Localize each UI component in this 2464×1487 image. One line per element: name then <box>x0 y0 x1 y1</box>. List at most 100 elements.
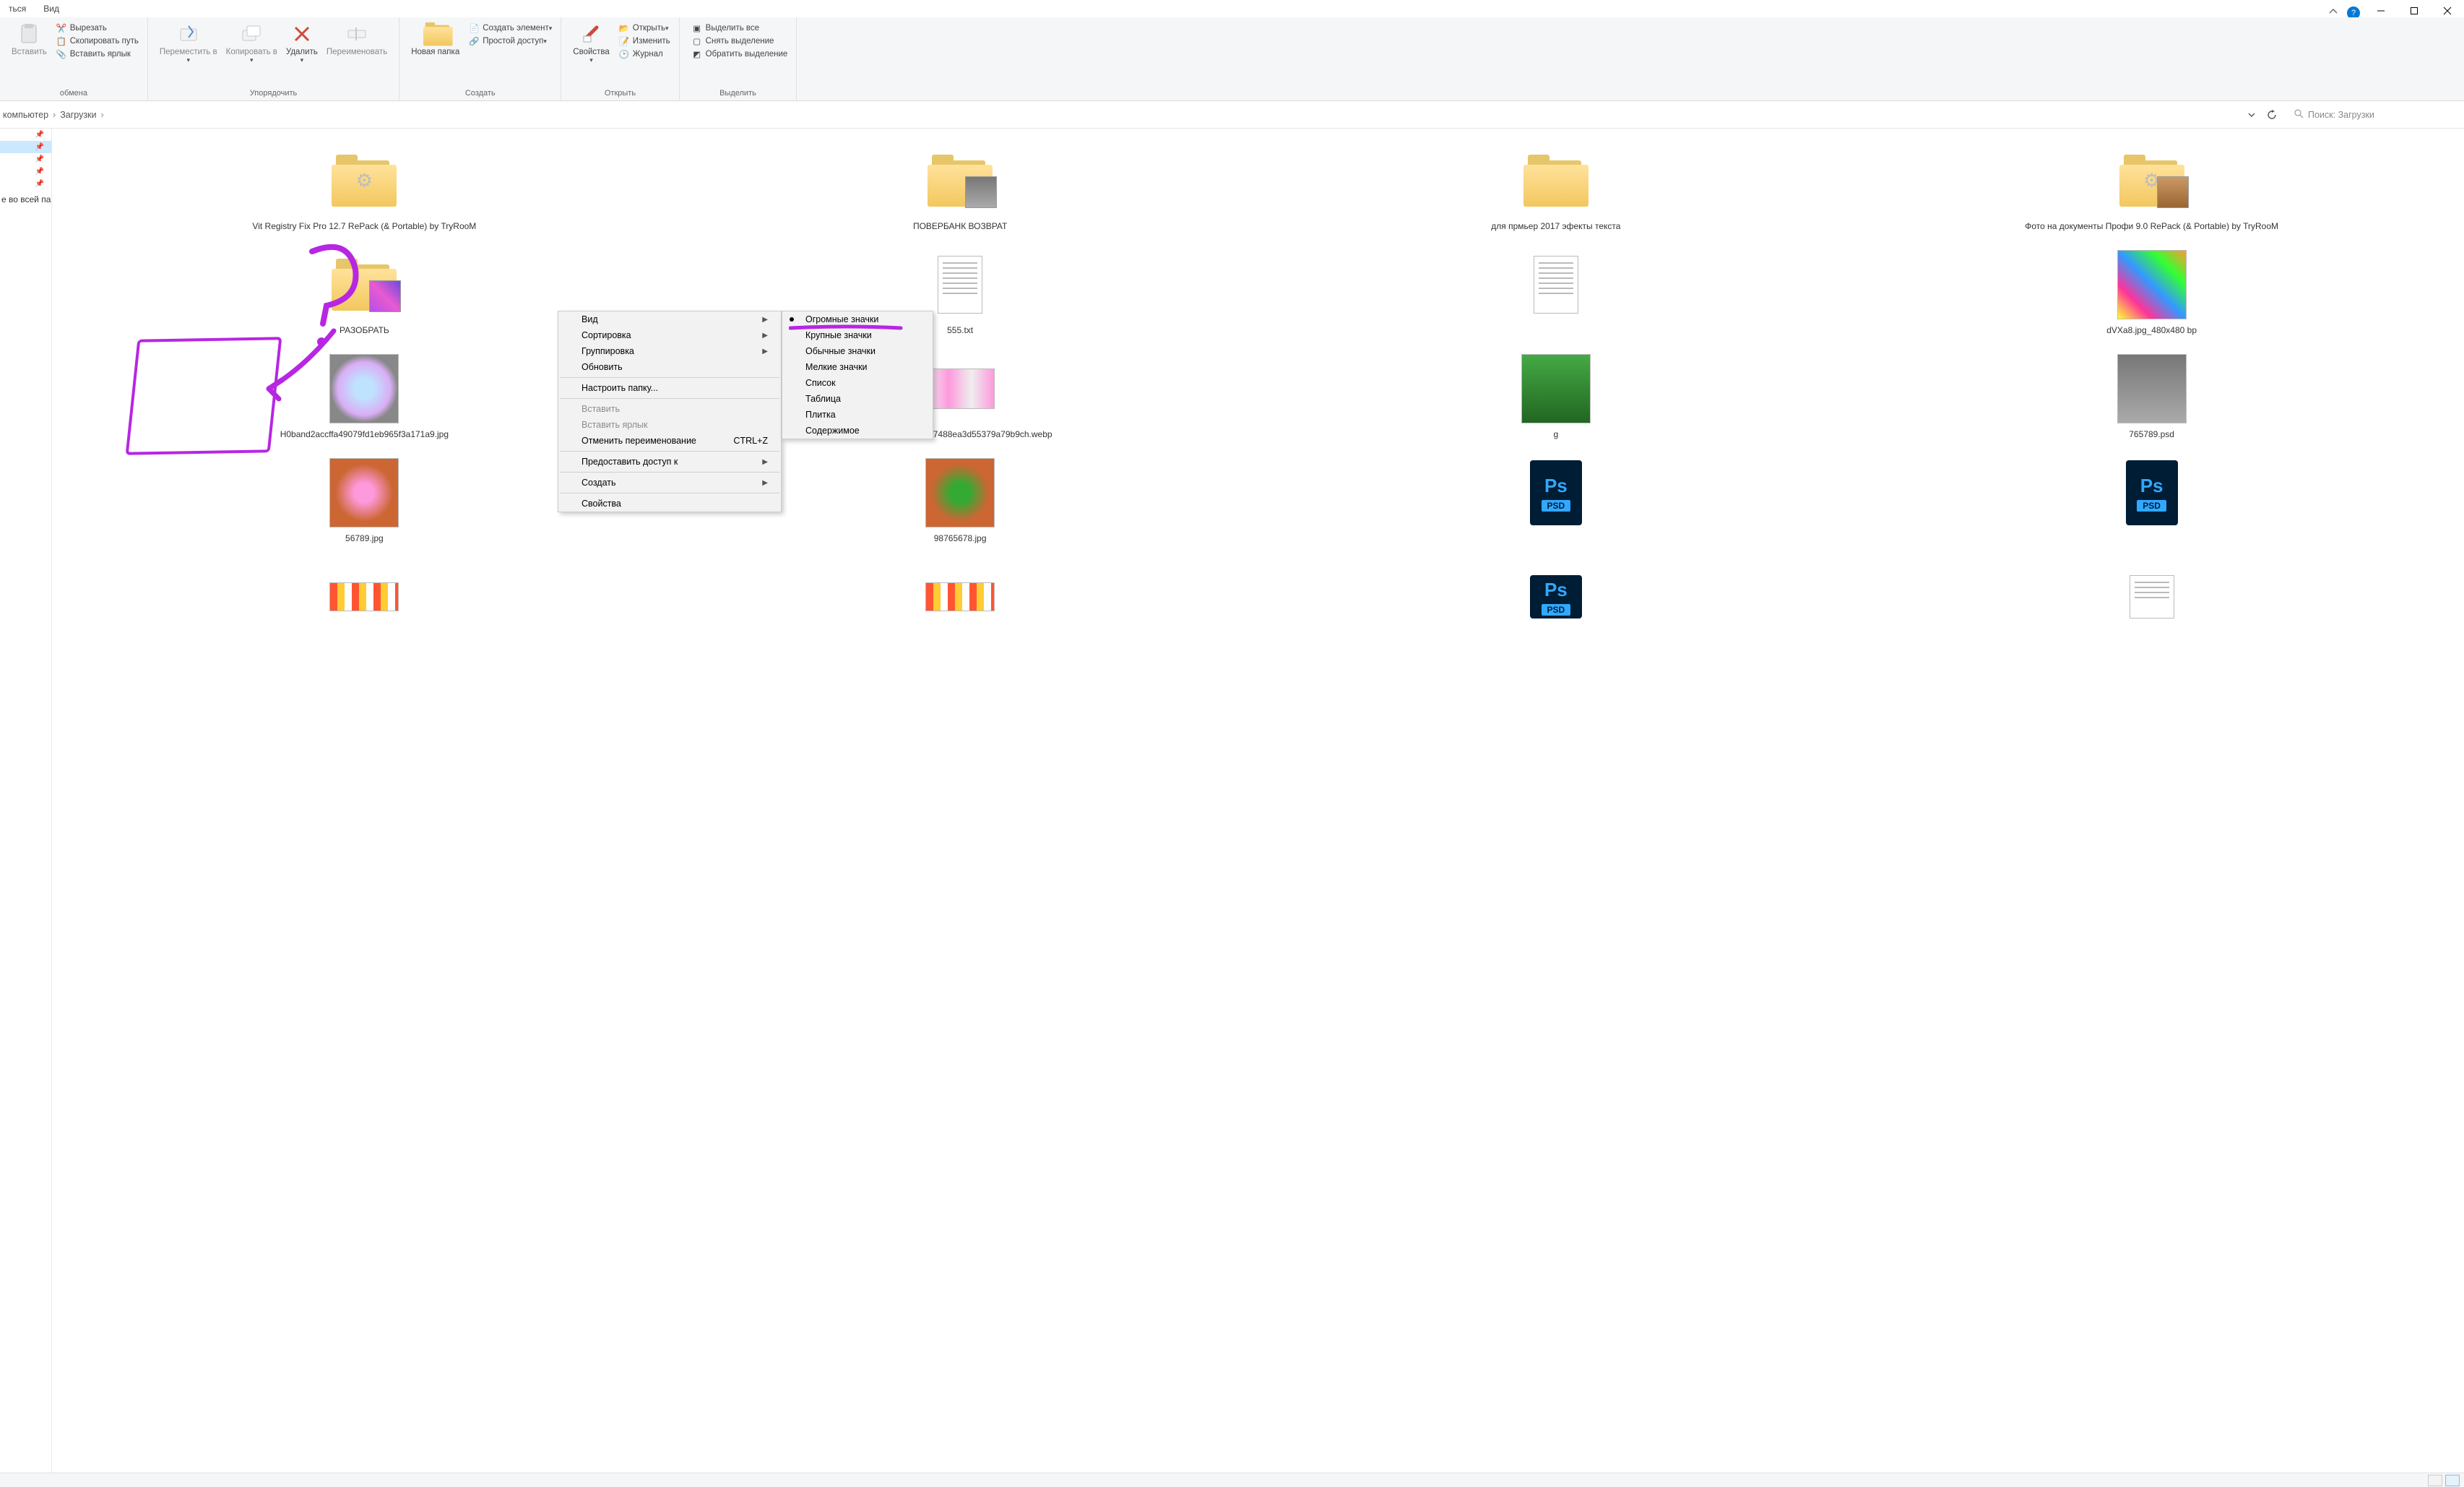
address-bar: компьютер › Загрузки › Поиск: Загрузки <box>0 101 2464 129</box>
file-item[interactable] <box>1258 244 1854 348</box>
select-none-button[interactable]: ▢Снять выделение <box>690 35 790 48</box>
paste-button[interactable]: Вставить <box>7 20 51 58</box>
menu-item-view[interactable]: Вид▶ <box>558 311 781 327</box>
select-all-button[interactable]: ▣Выделить все <box>690 22 790 35</box>
view-large-icons-button[interactable] <box>2445 1475 2460 1486</box>
menu-item-tiles[interactable]: Плитка <box>782 407 933 423</box>
menu-item-properties[interactable]: Свойства <box>558 496 781 512</box>
history-label: Журнал <box>633 50 663 59</box>
edit-label: Изменить <box>633 37 670 46</box>
breadcrumb-seg-downloads[interactable]: Загрузки <box>57 108 99 121</box>
folder-item[interactable]: ⚙ Фото на документы Профи 9.0 RePack (& … <box>1854 140 2450 244</box>
new-item-button[interactable]: 📄Создать элемент ▾ <box>467 22 553 35</box>
easy-access-button[interactable]: 🔗Простой доступ ▾ <box>467 35 553 48</box>
file-item[interactable] <box>66 556 662 650</box>
folder-item[interactable]: ⚙ Vit Registry Fix Pro 12.7 RePack (& Po… <box>66 140 662 244</box>
view-details-button[interactable] <box>2428 1475 2442 1486</box>
nav-pane: 📌 📌 📌 📌 📌 е во всей паг <box>0 129 52 1473</box>
menu-item-paste-shortcut[interactable]: Вставить ярлык <box>558 417 781 433</box>
file-item[interactable]: dVXa8.jpg_480x480 bp <box>1854 244 2450 348</box>
file-label: РАЗОБРАТЬ <box>340 325 389 335</box>
file-item[interactable]: PsPSD <box>1258 556 1854 650</box>
file-label: для прмьер 2017 эфекты текста <box>1491 221 1620 231</box>
menu-item-group[interactable]: Группировка▶ <box>558 343 781 359</box>
breadcrumb-dropdown-icon[interactable] <box>2242 105 2262 125</box>
menu-item-paste[interactable]: Вставить <box>558 401 781 417</box>
file-label: Vit Registry Fix Pro 12.7 RePack (& Port… <box>252 221 476 231</box>
organize-group-label: Упорядочить <box>155 87 392 99</box>
history-button[interactable]: 🕑Журнал <box>617 48 672 61</box>
menu-item-give-access[interactable]: Предоставить доступ к▶ <box>558 454 781 470</box>
file-list[interactable]: ⚙ Vit Registry Fix Pro 12.7 RePack (& Po… <box>52 129 2464 1473</box>
properties-button[interactable]: Свойства ▾ <box>569 20 614 66</box>
new-item-label: Создать элемент <box>483 24 549 33</box>
pin-icon[interactable]: 📌 <box>0 153 51 165</box>
file-item[interactable]: 765789.psd <box>1854 348 2450 452</box>
chevron-right-icon: ▶ <box>762 332 768 340</box>
delete-label: Удалить <box>286 48 318 56</box>
menu-item-content[interactable]: Содержимое <box>782 423 933 439</box>
open-button[interactable]: 📂Открыть ▾ <box>617 22 672 35</box>
menu-item-undo-rename[interactable]: Отменить переименованиеCTRL+Z <box>558 433 781 449</box>
menu-item-sort[interactable]: Сортировка▶ <box>558 327 781 343</box>
move-to-label: Переместить в <box>160 48 217 56</box>
file-item[interactable] <box>1854 556 2450 650</box>
move-to-button[interactable]: Переместить в ▾ <box>155 20 222 66</box>
chevron-right-icon: ▶ <box>762 348 768 355</box>
breadcrumb-seg-computer[interactable]: компьютер <box>0 108 51 121</box>
delete-button[interactable]: Удалить ▾ <box>282 20 322 66</box>
menu-item-refresh[interactable]: Обновить <box>558 359 781 375</box>
easy-access-label: Простой доступ <box>483 37 543 46</box>
menu-item-create[interactable]: Создать▶ <box>558 475 781 491</box>
menu-item-table[interactable]: Таблица <box>782 391 933 407</box>
context-menu[interactable]: Вид▶ Сортировка▶ Группировка▶ Обновить Н… <box>558 311 782 512</box>
tab-share-fragment[interactable]: ться <box>0 1 35 17</box>
cut-label: Вырезать <box>70 24 107 33</box>
menu-item-huge-icons[interactable]: Огромные значки <box>782 311 933 327</box>
pin-icon[interactable]: 📌 <box>0 178 51 190</box>
search-input[interactable]: Поиск: Загрузки <box>2289 105 2460 124</box>
status-bar <box>0 1473 2464 1487</box>
folder-item[interactable]: для прмьер 2017 эфекты текста <box>1258 140 1854 244</box>
menu-item-list[interactable]: Список <box>782 375 933 391</box>
rename-label: Переименовать <box>327 48 387 56</box>
copy-to-button[interactable]: Копировать в ▾ <box>222 20 282 66</box>
paste-shortcut-button[interactable]: 📎Вставить ярлык <box>54 48 140 61</box>
pin-icon[interactable]: 📌 <box>0 141 51 153</box>
refresh-icon[interactable] <box>2262 105 2282 125</box>
menu-item-large-icons[interactable]: Крупные значки <box>782 327 933 343</box>
menu-item-medium-icons[interactable]: Обычные значки <box>782 343 933 359</box>
open-label: Открыть <box>633 24 665 33</box>
select-group-label: Выделить <box>687 87 790 99</box>
ribbon: Вставить ✂️Вырезать 📋Скопировать путь 📎В… <box>0 17 2464 101</box>
nav-text-fragment: е во всей паг <box>0 190 51 209</box>
file-item[interactable] <box>662 556 1258 650</box>
cut-button[interactable]: ✂️Вырезать <box>54 22 140 35</box>
photoshop-icon: Ps <box>1544 475 1568 497</box>
file-label: H0band2accffa49079fd1eb965f3a171a9.jpg <box>280 429 449 439</box>
invert-selection-button[interactable]: ◩Обратить выделение <box>690 48 790 61</box>
menu-item-small-icons[interactable]: Мелкие значки <box>782 359 933 375</box>
file-label: 765789.psd <box>2129 429 2174 439</box>
file-item[interactable]: g <box>1258 348 1854 452</box>
pin-icon[interactable]: 📌 <box>0 129 51 141</box>
chevron-right-icon: › <box>51 110 57 120</box>
rename-button[interactable]: Переименовать <box>322 20 392 58</box>
breadcrumb[interactable]: компьютер › Загрузки › <box>0 108 2242 121</box>
new-group-label: Создать <box>407 87 553 99</box>
file-label: ПОВЕРБАНК ВОЗВРАТ <box>913 221 1007 231</box>
new-folder-button[interactable]: Новая папка <box>407 20 464 58</box>
properties-label: Свойства <box>573 48 610 56</box>
copy-path-button[interactable]: 📋Скопировать путь <box>54 35 140 48</box>
menu-item-customize[interactable]: Настроить папку... <box>558 380 781 396</box>
pin-icon[interactable]: 📌 <box>0 165 51 178</box>
edit-button[interactable]: 📝Изменить <box>617 35 672 48</box>
file-item[interactable]: PsPSD <box>1854 452 2450 556</box>
file-item[interactable]: PsPSD <box>1258 452 1854 556</box>
tab-view[interactable]: Вид <box>35 1 68 17</box>
file-label: Фото на документы Профи 9.0 RePack (& Po… <box>2025 221 2278 231</box>
select-all-label: Выделить все <box>706 24 759 33</box>
context-submenu-view[interactable]: Огромные значки Крупные значки Обычные з… <box>782 311 933 439</box>
folder-item[interactable]: ПОВЕРБАНК ВОЗВРАТ <box>662 140 1258 244</box>
photoshop-icon: Ps <box>2140 475 2163 497</box>
